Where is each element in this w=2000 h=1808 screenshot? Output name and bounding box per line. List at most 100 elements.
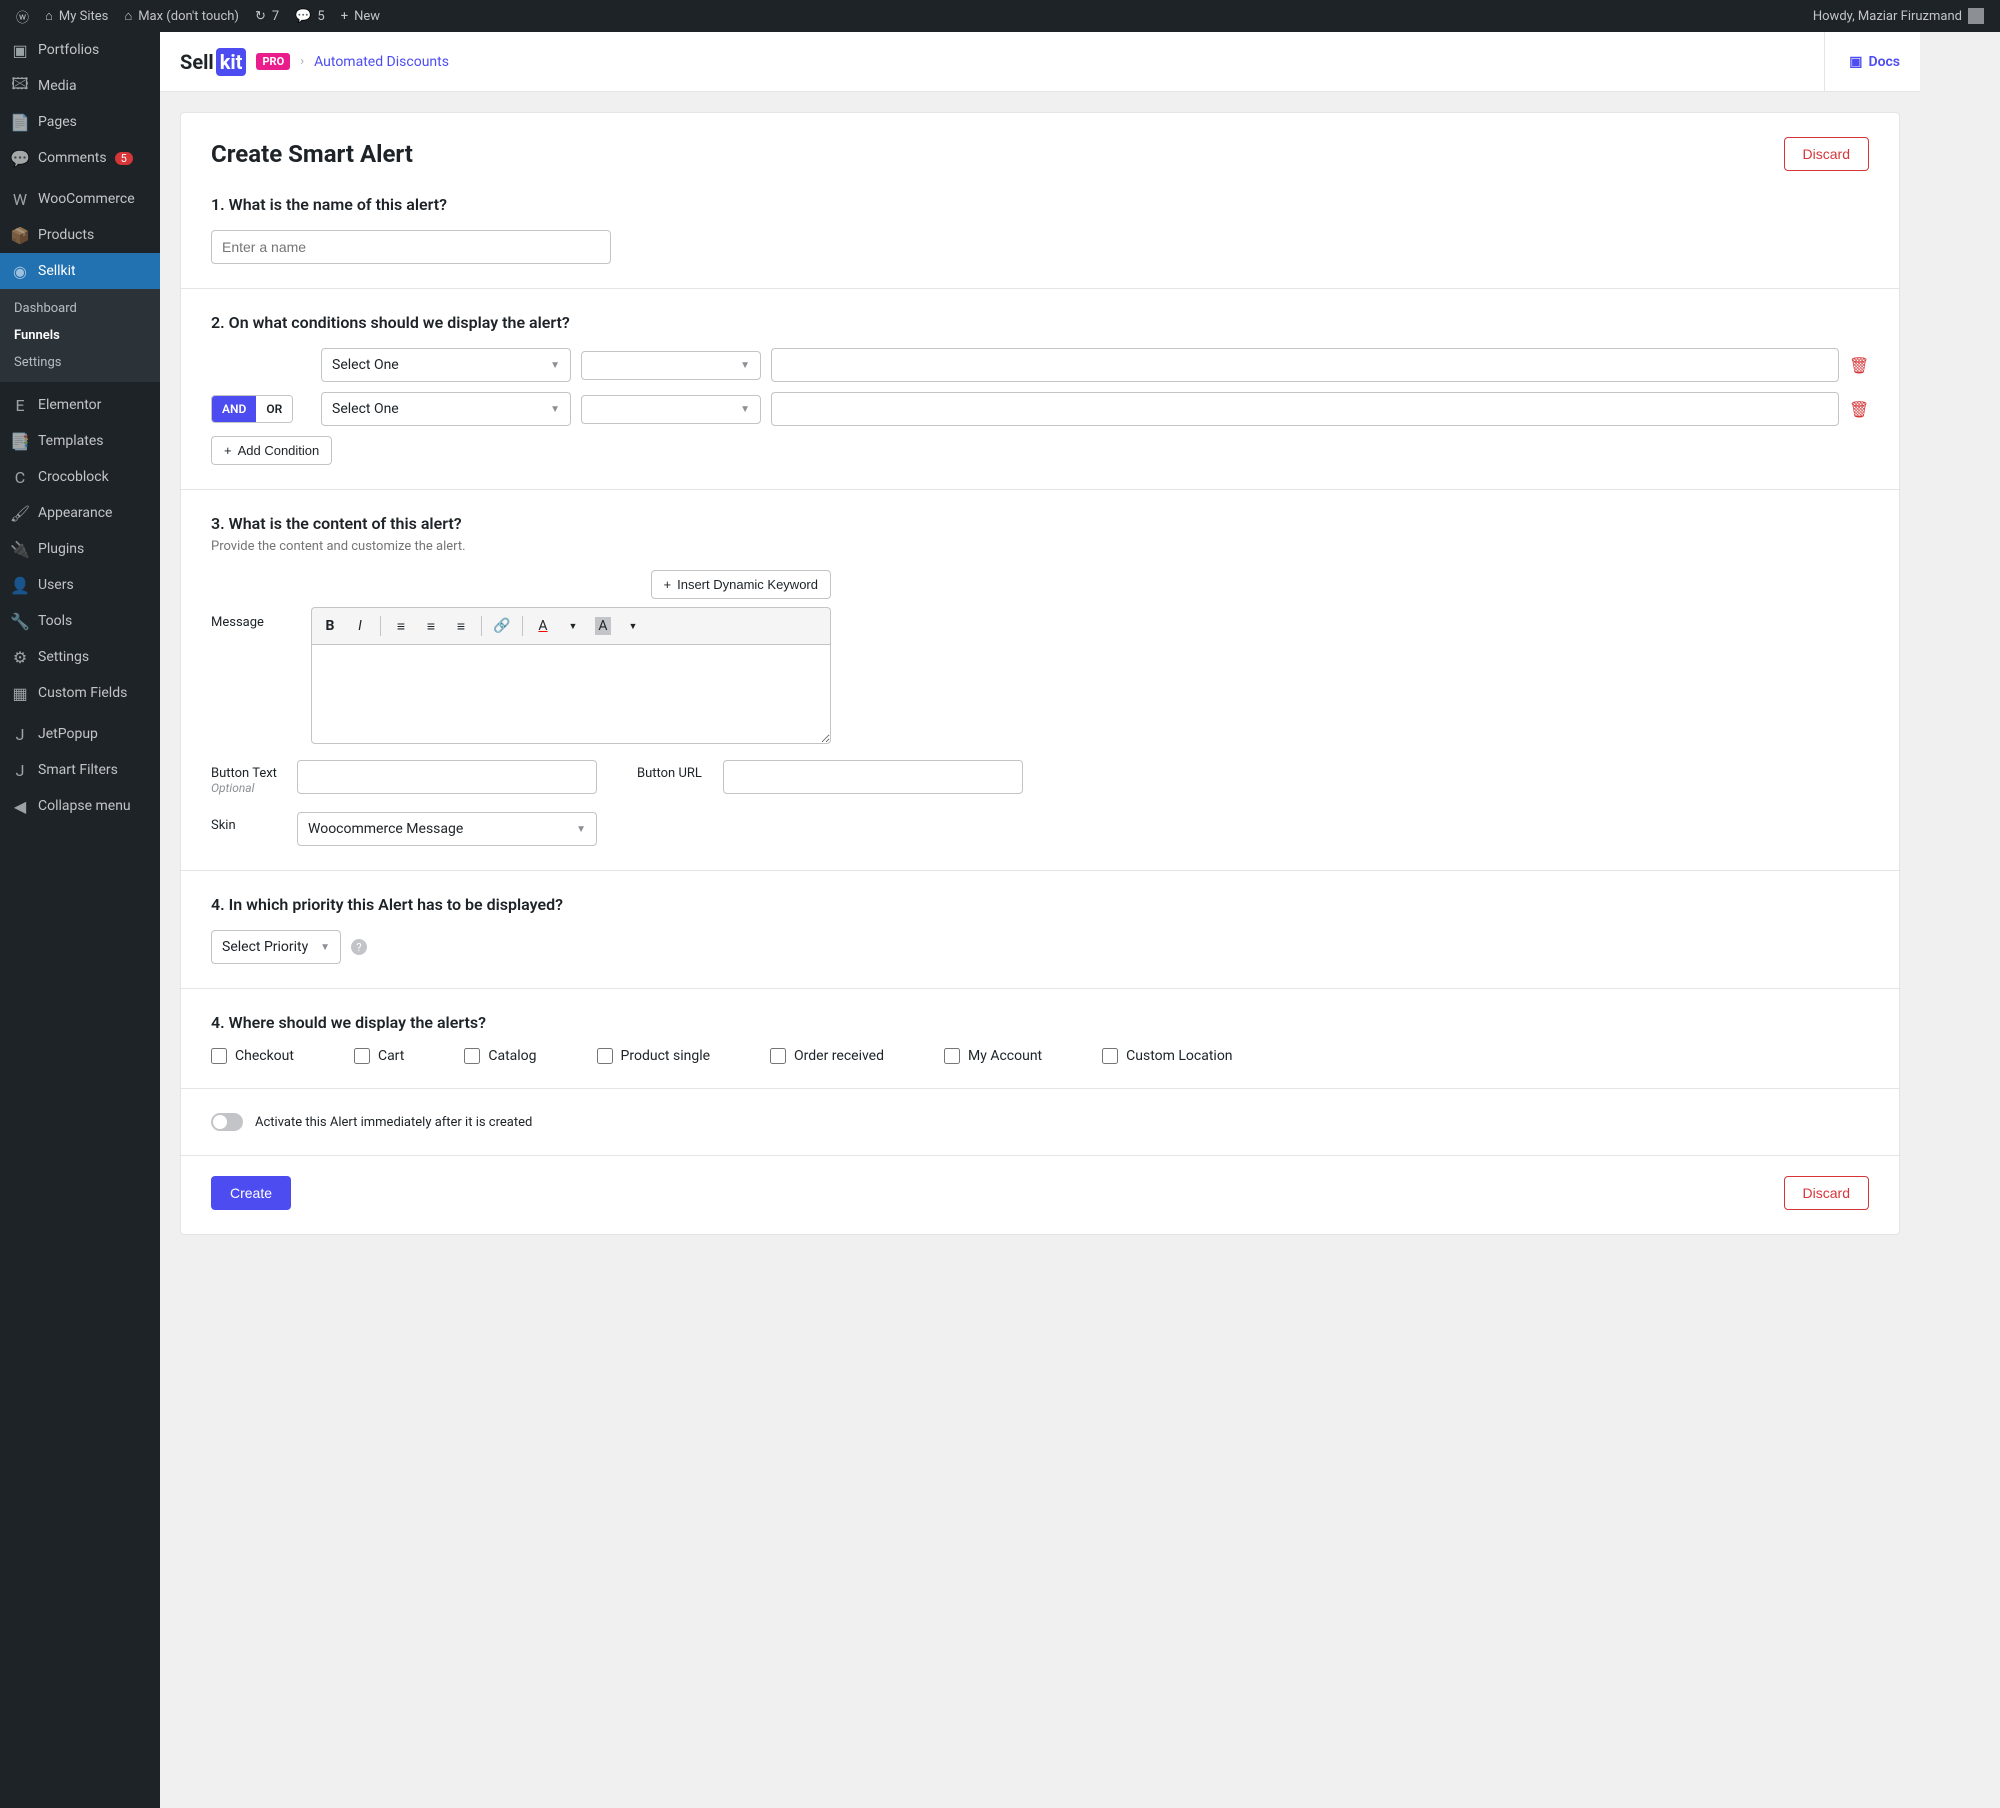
- breadcrumb-link[interactable]: Automated Discounts: [314, 54, 449, 70]
- trash-icon[interactable]: 🗑: [1849, 400, 1869, 419]
- menu-icon: 🔌: [10, 539, 30, 559]
- chevron-down-icon: ▼: [550, 404, 560, 415]
- align-left-button[interactable]: ≡: [387, 612, 415, 640]
- help-icon[interactable]: ?: [351, 939, 367, 955]
- sidebar-item-collapse-menu[interactable]: ◀Collapse menu: [0, 788, 160, 824]
- home-icon: ⌂: [124, 8, 132, 24]
- activate-toggle[interactable]: [211, 1113, 243, 1131]
- checkbox[interactable]: [597, 1048, 613, 1064]
- chevron-down-icon[interactable]: ▼: [559, 612, 587, 640]
- sidebar-item-elementor[interactable]: EElementor: [0, 387, 160, 423]
- button-text-input[interactable]: [297, 760, 597, 794]
- location-checkout[interactable]: Checkout: [211, 1048, 294, 1064]
- condition-op-select[interactable]: ▼: [581, 395, 761, 424]
- sidebar-label: Portfolios: [38, 42, 99, 58]
- sidebar-item-users[interactable]: 👤Users: [0, 567, 160, 603]
- location-order-received[interactable]: Order received: [770, 1048, 884, 1064]
- comments[interactable]: 💬5: [287, 0, 333, 32]
- location-product-single[interactable]: Product single: [597, 1048, 710, 1064]
- align-center-button[interactable]: ≡: [417, 612, 445, 640]
- condition-op-select[interactable]: ▼: [581, 351, 761, 380]
- priority-select[interactable]: Select Priority▼: [211, 930, 341, 964]
- sidebar-item-tools[interactable]: 🔧Tools: [0, 603, 160, 639]
- condition-value-input[interactable]: [771, 348, 1839, 382]
- condition-field-select[interactable]: Select One▼: [321, 348, 571, 382]
- logic-or-button[interactable]: OR: [256, 396, 292, 422]
- comment-icon: 💬: [295, 9, 311, 24]
- link-button[interactable]: 🔗: [488, 612, 516, 640]
- location-my-account[interactable]: My Account: [944, 1048, 1042, 1064]
- bold-button[interactable]: B: [316, 612, 344, 640]
- skin-select[interactable]: Woocommerce Message▼: [297, 812, 597, 846]
- sidebar-sub-settings[interactable]: Settings: [0, 349, 160, 376]
- question-5: 4. Where should we display the alerts?: [211, 1013, 1869, 1032]
- insert-keyword-button[interactable]: +Insert Dynamic Keyword: [651, 570, 831, 599]
- sidebar-item-products[interactable]: 📦Products: [0, 217, 160, 253]
- logic-and-button[interactable]: AND: [212, 396, 256, 422]
- sidebar-item-templates[interactable]: 📑Templates: [0, 423, 160, 459]
- docs-link[interactable]: ▣Docs: [1824, 32, 1900, 92]
- condition-field-select[interactable]: Select One▼: [321, 392, 571, 426]
- add-condition-button[interactable]: +Add Condition: [211, 436, 332, 465]
- admin-sidebar: ▣Portfolios🖾Media📄Pages💬Comments5 WWooCom…: [0, 32, 160, 1808]
- wordpress-icon: ⓦ: [16, 7, 29, 26]
- wp-logo[interactable]: ⓦ: [8, 0, 37, 32]
- bg-color-button[interactable]: A: [589, 612, 617, 640]
- italic-button[interactable]: I: [346, 612, 374, 640]
- sidebar-item-custom-fields[interactable]: ▦Custom Fields: [0, 675, 160, 711]
- button-url-input[interactable]: [723, 760, 1023, 794]
- sidebar-item-plugins[interactable]: 🔌Plugins: [0, 531, 160, 567]
- add-condition-label: Add Condition: [238, 443, 320, 458]
- sidebar-item-comments[interactable]: 💬Comments5: [0, 140, 160, 176]
- checkbox[interactable]: [354, 1048, 370, 1064]
- checkbox[interactable]: [1102, 1048, 1118, 1064]
- sidebar-item-smart-filters[interactable]: JSmart Filters: [0, 752, 160, 788]
- discard-button-top[interactable]: Discard: [1784, 137, 1869, 171]
- menu-icon: 👤: [10, 575, 30, 595]
- menu-icon: 🔧: [10, 611, 30, 631]
- checkbox[interactable]: [770, 1048, 786, 1064]
- new[interactable]: +New: [333, 0, 388, 32]
- location-catalog[interactable]: Catalog: [464, 1048, 536, 1064]
- checkbox[interactable]: [464, 1048, 480, 1064]
- my-sites[interactable]: ⌂My Sites: [37, 0, 116, 32]
- sidebar-item-sellkit[interactable]: ◉Sellkit: [0, 253, 160, 289]
- chevron-down-icon[interactable]: ▼: [619, 612, 647, 640]
- sidebar-item-portfolios[interactable]: ▣Portfolios: [0, 32, 160, 68]
- plus-icon: +: [341, 9, 348, 24]
- sidebar-item-woocommerce[interactable]: WWooCommerce: [0, 181, 160, 217]
- sidebar-sub-dashboard[interactable]: Dashboard: [0, 295, 160, 322]
- site-name-label: Max (don't touch): [138, 9, 239, 24]
- checkbox[interactable]: [944, 1048, 960, 1064]
- page-title: Create Smart Alert: [211, 140, 413, 168]
- sidebar-item-settings[interactable]: ⚙Settings: [0, 639, 160, 675]
- checkbox[interactable]: [211, 1048, 227, 1064]
- location-custom-location[interactable]: Custom Location: [1102, 1048, 1232, 1064]
- insert-keyword-label: Insert Dynamic Keyword: [677, 577, 818, 592]
- chevron-down-icon: ▼: [550, 360, 560, 371]
- discard-button-bottom[interactable]: Discard: [1784, 1176, 1869, 1210]
- sidebar-item-media[interactable]: 🖾Media: [0, 68, 160, 104]
- sidebar-label: Products: [38, 227, 94, 243]
- menu-icon: 📄: [10, 112, 30, 132]
- sidebar-item-appearance[interactable]: 🖌Appearance: [0, 495, 160, 531]
- alert-name-input[interactable]: [211, 230, 611, 264]
- sidebar-sub-funnels[interactable]: Funnels: [0, 322, 160, 349]
- menu-icon: ◀: [10, 796, 30, 816]
- location-cart[interactable]: Cart: [354, 1048, 404, 1064]
- question-4: 4. In which priority this Alert has to b…: [211, 895, 1869, 914]
- trash-icon[interactable]: 🗑: [1849, 356, 1869, 375]
- site-name[interactable]: ⌂ Max (don't touch): [116, 0, 247, 32]
- admin-bar: ⓦ ⌂My Sites ⌂ Max (don't touch) ↻7 💬5 +Ne…: [0, 0, 2000, 32]
- condition-value-input[interactable]: [771, 392, 1839, 426]
- text-color-button[interactable]: A: [529, 612, 557, 640]
- message-editor[interactable]: [311, 644, 831, 744]
- sidebar-item-jetpopup[interactable]: JJetPopup: [0, 716, 160, 752]
- sidebar-item-crocoblock[interactable]: CCrocoblock: [0, 459, 160, 495]
- updates[interactable]: ↻7: [247, 0, 287, 32]
- menu-icon: E: [10, 395, 30, 415]
- align-right-button[interactable]: ≡: [447, 612, 475, 640]
- greeting[interactable]: Howdy, Maziar Firuzmand: [1805, 0, 1992, 32]
- sidebar-item-pages[interactable]: 📄Pages: [0, 104, 160, 140]
- create-button[interactable]: Create: [211, 1176, 291, 1210]
